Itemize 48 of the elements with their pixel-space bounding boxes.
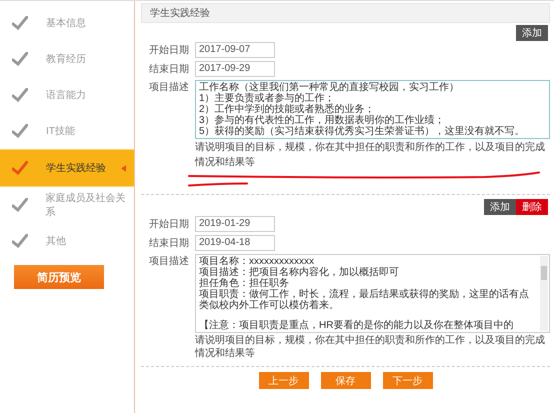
- description-field[interactable]: 工作名称（这里我们第一种常见的直接写校园，实习工作） 1）主要负责或者参与的工作； 2）工作中学到的技能或者熟悉的业务； 3）参与的有代表性的工作，用数据表明你的工作业绩； 5）获得的奖励（实习结束获得优秀实习生荣誉证书），这里没有就不写。: [195, 80, 550, 139]
- resume-preview-button[interactable]: 简历预览: [14, 265, 104, 289]
- description-line: 【注意：项目职责是重点，HR要看的是你的能力以及你在整体项目中的: [199, 320, 514, 331]
- checkmark-icon: [12, 234, 28, 248]
- checkmark-icon: [12, 161, 28, 175]
- description-line: 3）参与的有代表性的工作，用数据表明你的工作业绩；: [199, 115, 445, 126]
- step-button[interactable]: 保存: [320, 372, 370, 389]
- description-line: 1）主要负责或者参与的工作；: [199, 93, 335, 104]
- description-line: 担任角色：担任职务: [199, 278, 290, 289]
- step-button[interactable]: 上一步: [258, 372, 308, 389]
- sidebar-item[interactable]: 基本信息: [0, 5, 134, 41]
- field-label: 开始日期: [149, 44, 190, 57]
- delete-button[interactable]: 删除: [516, 199, 548, 215]
- step-button[interactable]: 下一步: [382, 372, 432, 389]
- hint-text: 请说明项目的目标，规模，你在其中担任的职责和所作的工作，以及项目的完成情况和结果等: [195, 334, 546, 360]
- sidebar-item[interactable]: IT技能: [0, 113, 134, 149]
- date-field[interactable]: 2017-09-07: [195, 42, 275, 58]
- checkmark-icon: [12, 16, 28, 30]
- description-field[interactable]: 项目名称：xxxxxxxxxxxxx 项目描述：把项目名称内容化，加以概括即可 担任角色：担任职务 项目职责：做何工作，时长，流程，最后结果或获得的奖励，这里的话有点类似校内外工作可以模仿着来。 【注意：项目职责是重点，HR要看的是你的能力以及你在整体项目中的: [195, 254, 550, 333]
- field-label: 项目描述: [149, 80, 190, 94]
- hint-text: 请说明项目的目标，规模，你在其中担任的职责和所作的工作，以及项目的完成情况和结果等: [195, 140, 546, 170]
- date-field[interactable]: 2019-04-18: [195, 235, 275, 251]
- checkmark-icon: [12, 198, 28, 212]
- sidebar-item[interactable]: 其他: [0, 223, 134, 259]
- section-header: 学生实践经验: [141, 3, 550, 23]
- sidebar-item[interactable]: 教育经历: [0, 41, 134, 77]
- sidebar-item[interactable]: 家庭成员及社会关系: [0, 187, 134, 223]
- sidebar-item[interactable]: 学生实践经验: [0, 149, 134, 187]
- scrollbar[interactable]: [540, 256, 548, 331]
- add-button[interactable]: 添加: [484, 199, 516, 215]
- checkmark-icon: [12, 124, 28, 138]
- field-label: 项目描述: [149, 254, 190, 268]
- date-field[interactable]: 2017-09-29: [195, 61, 275, 77]
- description-line: 5）获得的奖励（实习结束获得优秀实习生荣誉证书），这里没有就不写。: [199, 126, 526, 137]
- sidebar-item[interactable]: 语言能力: [0, 77, 134, 113]
- description-line: 项目描述：把项目名称内容化，加以概括即可: [199, 267, 400, 278]
- checkmark-icon: [12, 52, 28, 66]
- add-button[interactable]: 添加: [516, 25, 548, 41]
- description-line: 项目名称：xxxxxxxxxxxxx: [199, 256, 314, 267]
- field-label: 结束日期: [149, 236, 190, 250]
- field-label: 结束日期: [149, 62, 190, 76]
- description-line: 工作名称（这里我们第一种常见的直接写校园，实习工作）: [199, 82, 460, 93]
- checkmark-icon: [12, 88, 28, 102]
- description-line: 2）工作中学到的技能或者熟悉的业务；: [199, 104, 376, 115]
- date-field[interactable]: 2019-01-29: [195, 216, 275, 232]
- field-label: 开始日期: [149, 218, 190, 231]
- description-line: 项目职责：做何工作，时长，流程，最后结果或获得的奖励，这里的话有点类似校内外工作可以模仿着来。: [199, 289, 530, 311]
- triangle-icon: [121, 164, 126, 172]
